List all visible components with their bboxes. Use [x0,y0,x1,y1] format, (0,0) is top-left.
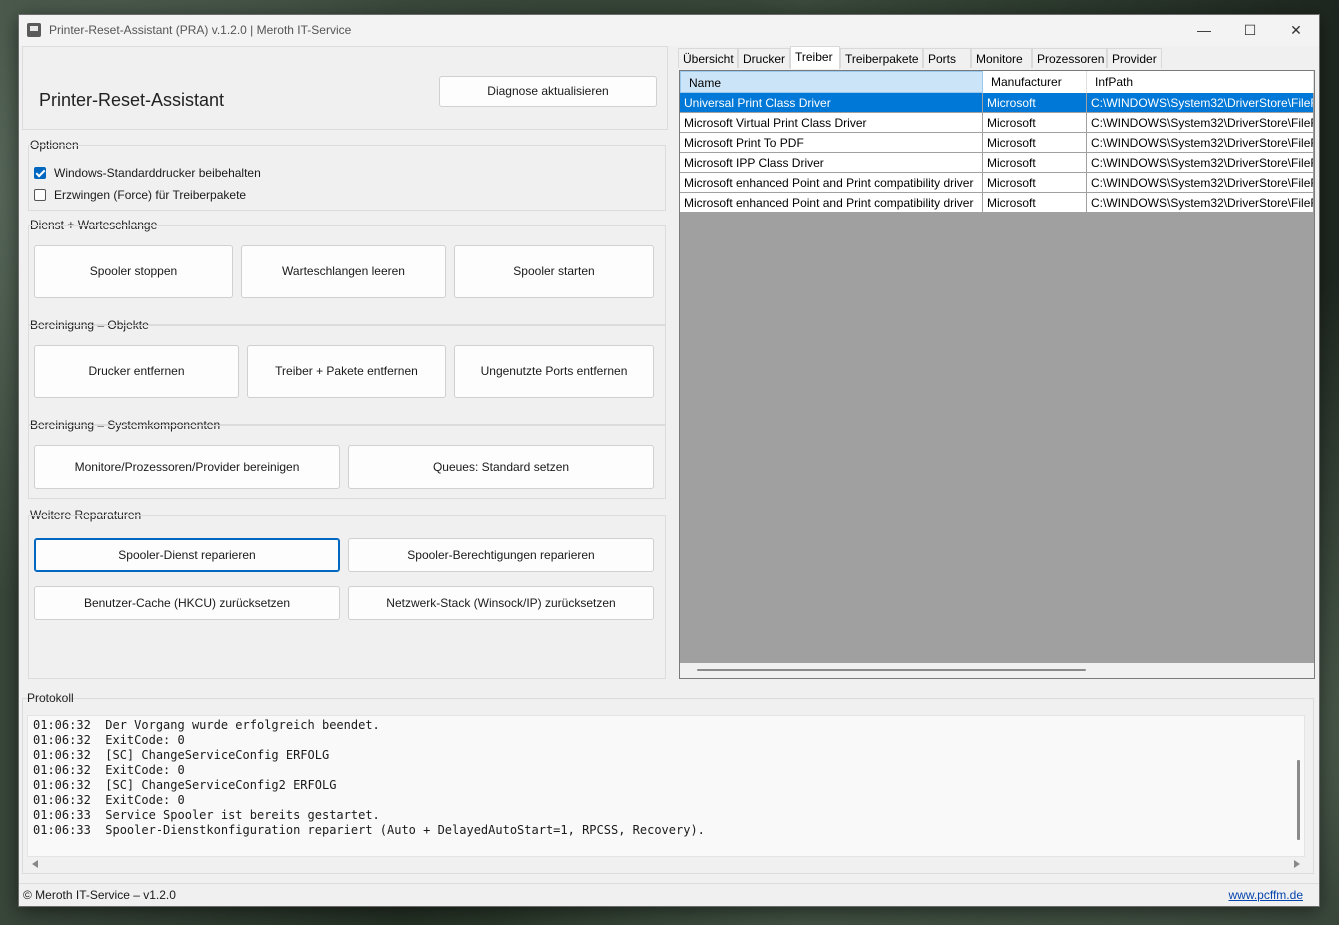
column-header-infpath[interactable]: InfPath [1087,71,1314,93]
table-row[interactable]: Microsoft Virtual Print Class Driver Mic… [680,113,1314,133]
clean-monitors-button[interactable]: Monitore/Prozessoren/Provider bereinigen [34,445,340,489]
actions-panel: Printer-Reset-Assistant Diagnose aktuali… [22,46,668,679]
app-window: Printer-Reset-Assistant (PRA) v.1.2.0 | … [18,14,1320,907]
log-textbox[interactable]: 01:06:32 Der Vorgang wurde erfolgreich b… [27,715,1305,857]
tab-treiberpakete[interactable]: Treiberpakete [840,48,923,68]
reset-cache-button[interactable]: Benutzer-Cache (HKCU) zurücksetzen [34,586,340,620]
cell-manufacturer: Microsoft [983,133,1087,153]
grid-horizontal-scrollbar[interactable] [680,663,1314,678]
tab-prozessoren[interactable]: Prozessoren [1032,48,1107,68]
checkbox-unchecked-icon [34,189,46,201]
table-row[interactable]: Microsoft enhanced Point and Print compa… [680,173,1314,193]
repair-permissions-label: Spooler-Berechtigungen reparieren [407,548,595,562]
status-bar: © Meroth IT-Service – v1.2.0 www.pcffm.d… [19,883,1319,906]
refresh-diagnosis-button[interactable]: Diagnose aktualisieren [439,76,657,107]
log-line: 01:06:32 [SC] ChangeServiceConfig ERFOLG [33,748,330,762]
log-horizontal-scrollbar[interactable] [27,857,1305,871]
force-packages-label: Erzwingen (Force) für Treiberpakete [54,188,247,202]
copyright-text: © Meroth IT-Service – v1.2.0 [23,888,176,902]
cell-name: Microsoft enhanced Point and Print compa… [680,193,983,213]
repair-service-button[interactable]: Spooler-Dienst reparieren [34,538,340,572]
remove-drivers-label: Treiber + Pakete entfernen [275,364,418,378]
clear-queues-button[interactable]: Warteschlangen leeren [241,245,446,298]
cell-infpath: C:\WINDOWS\System32\DriverStore\FileRe [1087,113,1314,133]
remove-printers-button[interactable]: Drucker entfernen [34,345,239,398]
log-line: 01:06:33 Spooler-Dienstkonfiguration rep… [33,823,705,837]
page-title: Printer-Reset-Assistant [39,90,225,110]
cell-infpath: C:\WINDOWS\System32\DriverStore\FileRe [1087,153,1314,173]
minimize-button[interactable]: — [1181,15,1227,46]
log-line: 01:06:32 [SC] ChangeServiceConfig2 ERFOL… [33,778,337,792]
cell-manufacturer: Microsoft [983,113,1087,133]
reset-network-button[interactable]: Netzwerk-Stack (Winsock/IP) zurücksetzen [348,586,654,620]
cell-manufacturer: Microsoft [983,153,1087,173]
tab-monitore[interactable]: Monitore [971,48,1032,68]
scroll-right-icon[interactable] [1294,860,1300,868]
log-line: 01:06:33 Service Spooler ist bereits ges… [33,808,380,822]
reset-network-label: Netzwerk-Stack (Winsock/IP) zurücksetzen [386,596,616,610]
column-header-manufacturer[interactable]: Manufacturer [983,71,1087,93]
tab-drucker[interactable]: Drucker [738,48,790,68]
table-row[interactable]: Microsoft Print To PDF Microsoft C:\WIND… [680,133,1314,153]
checkbox-checked-icon [34,167,46,179]
cell-name: Universal Print Class Driver [680,93,983,113]
grid-scroll-thumb[interactable] [697,669,1086,671]
repair-permissions-button[interactable]: Spooler-Berechtigungen reparieren [348,538,654,572]
header-box: Printer-Reset-Assistant Diagnose aktuali… [22,46,668,130]
log-line: 01:06:32 ExitCode: 0 [33,763,185,777]
remove-ports-label: Ungenutzte Ports entfernen [480,364,628,378]
printer-app-icon [27,23,41,37]
cell-manufacturer: Microsoft [983,173,1087,193]
grid-header: Name Manufacturer InfPath [680,71,1314,93]
maximize-button[interactable]: ☐ [1227,15,1273,46]
cell-name: Microsoft Print To PDF [680,133,983,153]
drivers-grid[interactable]: Name Manufacturer InfPath Universal Prin… [679,70,1315,679]
log-vertical-scroll-thumb[interactable] [1297,760,1300,840]
log-line: 01:06:32 ExitCode: 0 [33,733,185,747]
queues-default-label: Queues: Standard setzen [432,460,570,474]
remove-printers-label: Drucker entfernen [88,364,185,378]
cell-infpath: C:\WINDOWS\System32\DriverStore\FileRe [1087,93,1314,113]
remove-drivers-button[interactable]: Treiber + Pakete entfernen [247,345,446,398]
log-line: 01:06:32 ExitCode: 0 [33,793,185,807]
window-title: Printer-Reset-Assistant (PRA) v.1.2.0 | … [49,23,352,37]
scroll-left-icon[interactable] [32,860,38,868]
table-row[interactable]: Microsoft IPP Class Driver Microsoft C:\… [680,153,1314,173]
stop-spooler-label: Spooler stoppen [89,264,178,278]
column-header-name[interactable]: Name [680,71,983,93]
cell-infpath: C:\WINDOWS\System32\DriverStore\FileRe [1087,173,1314,193]
cell-manufacturer: Microsoft [983,93,1087,113]
remove-ports-button[interactable]: Ungenutzte Ports entfernen [454,345,654,398]
log-line: 01:06:32 Der Vorgang wurde erfolgreich b… [33,718,380,732]
tab-ports[interactable]: Ports [923,48,971,68]
website-link[interactable]: www.pcffm.de [1229,888,1303,902]
cell-name: Microsoft IPP Class Driver [680,153,983,173]
tab-treiber[interactable]: Treiber [790,46,840,69]
keep-default-printer-label: Windows-Standarddrucker beibehalten [54,166,261,180]
repair-service-label: Spooler-Dienst reparieren [118,548,256,562]
cell-name: Microsoft Virtual Print Class Driver [680,113,983,133]
tab-uebersicht[interactable]: Übersicht [678,48,738,68]
stop-spooler-button[interactable]: Spooler stoppen [34,245,233,298]
table-row[interactable]: Universal Print Class Driver Microsoft C… [680,93,1314,113]
clean-monitors-label: Monitore/Prozessoren/Provider bereinigen [74,460,300,474]
cell-manufacturer: Microsoft [983,193,1087,213]
reset-cache-label: Benutzer-Cache (HKCU) zurücksetzen [83,596,291,610]
cell-infpath: C:\WINDOWS\System32\DriverStore\FileRe [1087,193,1314,213]
refresh-diagnosis-label: Diagnose aktualisieren [487,84,609,98]
queues-default-button[interactable]: Queues: Standard setzen [348,445,654,489]
title-bar[interactable]: Printer-Reset-Assistant (PRA) v.1.2.0 | … [19,15,1319,46]
close-button[interactable]: ✕ [1273,15,1319,46]
start-spooler-button[interactable]: Spooler starten [454,245,654,298]
start-spooler-label: Spooler starten [513,264,595,278]
tab-provider[interactable]: Provider [1107,48,1162,68]
log-group-label: Protokoll [27,691,74,705]
clear-queues-label: Warteschlangen leeren [282,264,405,278]
cell-name: Microsoft enhanced Point and Print compa… [680,173,983,193]
table-row[interactable]: Microsoft enhanced Point and Print compa… [680,193,1314,213]
cell-infpath: C:\WINDOWS\System32\DriverStore\FileRe [1087,133,1314,153]
